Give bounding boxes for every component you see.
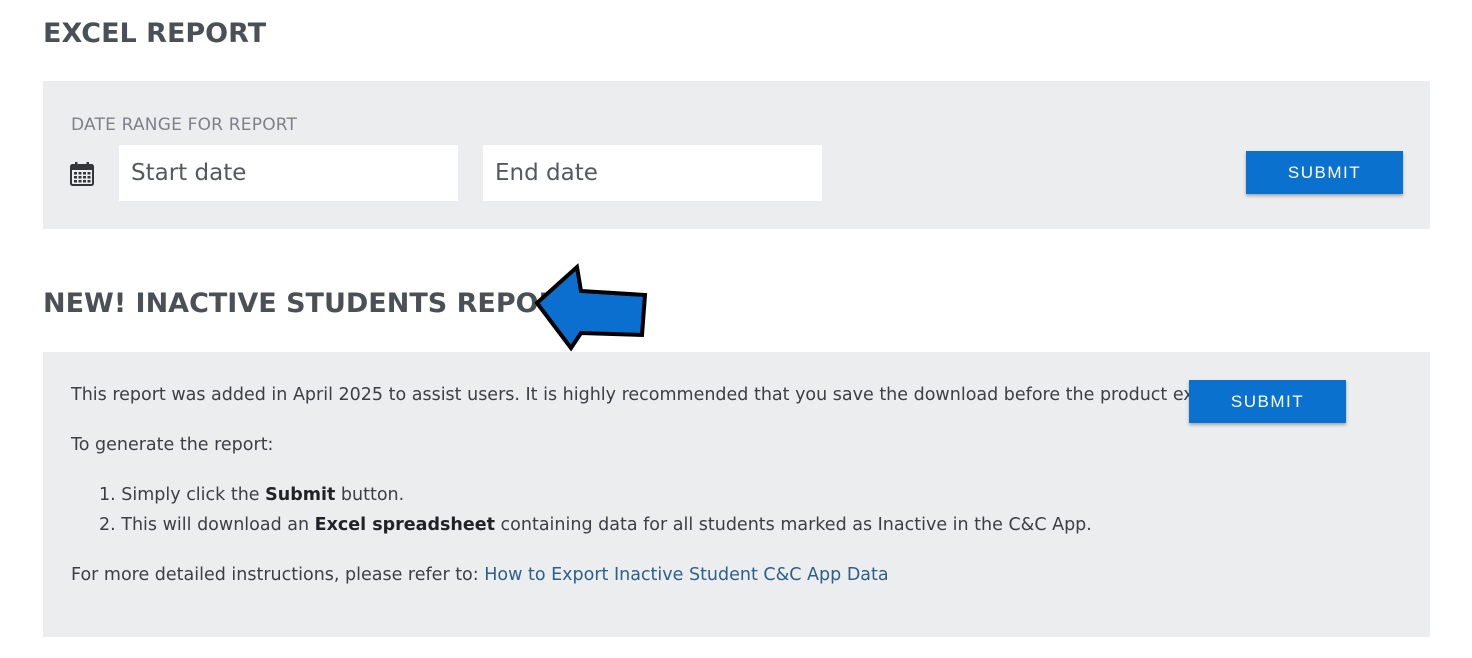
more-instructions-prefix: For more detailed instructions, please r…: [71, 565, 485, 585]
instruction-steps: 1. Simply click the Submit button. 2. Th…: [99, 485, 1092, 545]
date-range-panel: DATE RANGE FOR REPORT SUBMIT: [43, 81, 1430, 229]
start-date-input[interactable]: [119, 145, 458, 201]
calendar-icon[interactable]: [69, 161, 95, 187]
inactive-report-panel: This report was added in April 2025 to a…: [43, 352, 1430, 637]
instruction-step: 1. Simply click the Submit button.: [99, 485, 1092, 515]
page: EXCEL REPORT DATE RANGE FOR REPORT SUBMI…: [0, 0, 1472, 658]
step-number: 2.: [99, 515, 116, 535]
end-date-input[interactable]: [483, 145, 822, 201]
inactive-report-intro: This report was added in April 2025 to a…: [71, 385, 1242, 405]
instruction-step: 2. This will download an Excel spreadshe…: [99, 515, 1092, 545]
inactive-submit-button[interactable]: SUBMIT: [1189, 380, 1346, 423]
step-text: containing data for all students marked …: [494, 515, 1092, 535]
inactive-students-heading: NEW! INACTIVE STUDENTS REPORT: [43, 288, 577, 319]
excel-report-heading: EXCEL REPORT: [43, 18, 267, 49]
step-emphasis: Excel spreadsheet: [314, 515, 495, 535]
more-instructions-text: For more detailed instructions, please r…: [71, 565, 889, 585]
step-emphasis: Submit: [265, 485, 336, 505]
date-range-label: DATE RANGE FOR REPORT: [71, 115, 298, 135]
step-text: Simply click the: [121, 485, 266, 505]
arrow-left-icon: [534, 263, 648, 352]
step-text: button.: [335, 485, 405, 505]
export-instructions-link[interactable]: How to Export Inactive Student C&C App D…: [484, 565, 888, 585]
step-text: This will download an: [121, 515, 315, 535]
step-number: 1.: [99, 485, 116, 505]
excel-submit-button[interactable]: SUBMIT: [1246, 151, 1403, 194]
generate-instructions-label: To generate the report:: [71, 435, 274, 455]
